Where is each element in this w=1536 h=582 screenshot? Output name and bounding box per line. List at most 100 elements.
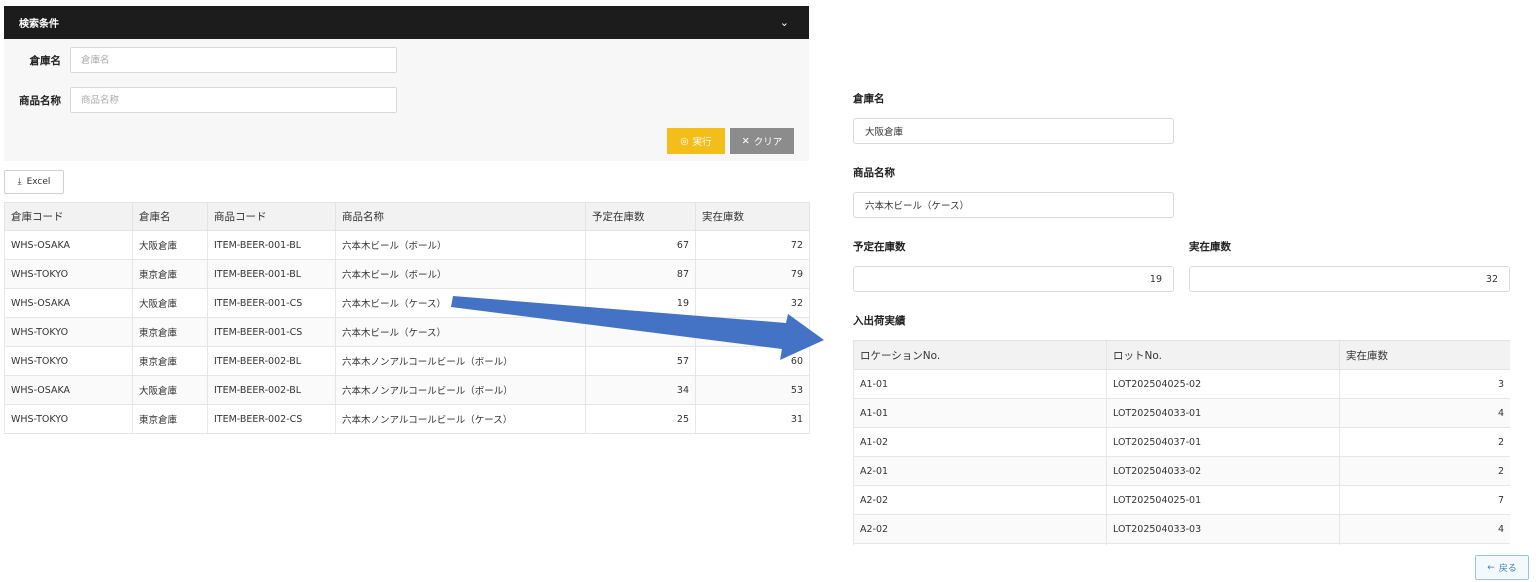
table-cell: LOT202504033-02 <box>1106 456 1340 486</box>
table-cell: LOT202504033-03 <box>1106 514 1340 544</box>
table-cell: ITEM-BEER-001-BL <box>207 230 336 260</box>
table-row[interactable]: A2-02 LOT202504033-03 4 <box>853 514 1510 544</box>
table-cell: 2 <box>1339 456 1510 486</box>
search-panel-header[interactable]: 検索条件 ⌄ <box>4 6 809 39</box>
table-cell: ITEM-BEER-002-CS <box>207 404 336 434</box>
table-cell: 六本木ビール（ボール） <box>335 230 586 260</box>
inventory-table-header: 倉庫コード 倉庫名 商品コード 商品名称 予定在庫数 実在庫数 <box>4 202 810 231</box>
table-cell: 31 <box>695 404 810 434</box>
table-cell: WHS-TOKYO <box>4 259 133 289</box>
table-cell: 大阪倉庫 <box>132 230 208 260</box>
table-cell: 東京倉庫 <box>132 317 208 347</box>
detail-planned-label: 予定在庫数 <box>853 241 906 253</box>
clear-button[interactable]: ✕ クリア <box>730 128 794 154</box>
table-cell: ITEM-BEER-002-BL <box>207 346 336 376</box>
table-cell: WHS-OSAKA <box>4 375 133 405</box>
warehouse-filter-input[interactable] <box>70 47 397 73</box>
table-row[interactable]: WHS-OSAKA 大阪倉庫 ITEM-BEER-001-BL 六本木ビール（ボール）… <box>4 230 810 260</box>
table-cell: A2-01 <box>853 456 1107 486</box>
play-circle-icon: ◎ <box>680 135 689 147</box>
table-cell: 大阪倉庫 <box>132 375 208 405</box>
table-cell: 25 <box>585 404 696 434</box>
table-cell: WHS-TOKYO <box>4 404 133 434</box>
table-cell: 2 <box>1339 427 1510 457</box>
table-cell: 67 <box>585 230 696 260</box>
table-row[interactable]: A2-02 LOT202504025-01 7 <box>853 485 1510 515</box>
arrow-shape <box>451 296 824 360</box>
table-cell: LOT202504037-02 <box>1106 543 1340 545</box>
table-cell: A2-02 <box>853 485 1107 515</box>
table-cell: WHS-TOKYO <box>4 317 133 347</box>
excel-export-label: Excel <box>26 177 51 187</box>
table-row[interactable]: A2-01 LOT202504033-02 2 <box>853 456 1510 486</box>
table-row[interactable]: WHS-TOKYO 東京倉庫 ITEM-BEER-002-CS 六本木ノンアルコールビ… <box>4 404 810 434</box>
table-cell: 87 <box>585 259 696 289</box>
column-header[interactable]: ロケーションNo. <box>853 340 1107 370</box>
product-filter-input[interactable] <box>70 87 397 113</box>
back-button-label: 戻る <box>1498 564 1517 574</box>
detail-planned-field[interactable]: 19 <box>853 266 1174 292</box>
detail-actual-field[interactable]: 32 <box>1189 266 1510 292</box>
table-cell: A1-02 <box>853 427 1107 457</box>
column-header[interactable]: 予定在庫数 <box>585 202 696 231</box>
column-header[interactable]: 実在庫数 <box>1339 340 1510 370</box>
detail-warehouse-field[interactable]: 大阪倉庫 <box>853 118 1174 144</box>
excel-export-button[interactable]: ⤓ Excel <box>4 170 64 194</box>
column-header[interactable]: 倉庫名 <box>132 202 208 231</box>
warehouse-filter-row: 倉庫名 <box>4 47 397 73</box>
table-cell: 六本木ノンアルコールビール（ボール） <box>335 375 586 405</box>
detail-product-field[interactable]: 六本木ビール（ケース） <box>853 192 1174 218</box>
chevron-down-icon[interactable]: ⌄ <box>780 16 789 29</box>
detail-product-label: 商品名称 <box>853 167 895 179</box>
table-cell: LOT202504033-01 <box>1106 398 1340 428</box>
history-table-scroll[interactable]: ロケーションNo. ロットNo. 実在庫数 A1-01 LOT202504025-… <box>853 340 1510 545</box>
table-cell: A2-02 <box>853 514 1107 544</box>
table-cell: WHS-TOKYO <box>4 346 133 376</box>
back-button[interactable]: ← 戻る <box>1475 555 1529 580</box>
table-cell: 53 <box>695 375 810 405</box>
run-button[interactable]: ◎ 実行 <box>667 128 725 154</box>
table-cell: ITEM-BEER-001-CS <box>207 288 336 318</box>
table-cell: A3-01 <box>853 543 1107 545</box>
column-header[interactable]: 実在庫数 <box>695 202 810 231</box>
table-cell: ITEM-BEER-001-BL <box>207 259 336 289</box>
product-filter-label: 商品名称 <box>19 94 61 107</box>
table-cell: LOT202504025-02 <box>1106 369 1340 399</box>
column-header[interactable]: ロットNo. <box>1106 340 1340 370</box>
table-cell: ITEM-BEER-001-CS <box>207 317 336 347</box>
history-table: ロケーションNo. ロットNo. 実在庫数 A1-01 LOT202504025-… <box>853 340 1510 545</box>
table-cell: 東京倉庫 <box>132 346 208 376</box>
history-section-title: 入出荷実績 <box>853 315 906 327</box>
product-filter-row: 商品名称 <box>4 87 397 113</box>
table-cell: A1-01 <box>853 398 1107 428</box>
table-cell: ITEM-BEER-002-BL <box>207 375 336 405</box>
column-header[interactable]: 商品名称 <box>335 202 586 231</box>
detail-warehouse-label: 倉庫名 <box>853 93 885 105</box>
table-row[interactable]: WHS-TOKYO 東京倉庫 ITEM-BEER-001-BL 六本木ビール（ボール）… <box>4 259 810 289</box>
table-cell: 大阪倉庫 <box>132 288 208 318</box>
table-cell: 10 <box>1339 543 1510 545</box>
table-cell: 4 <box>1339 398 1510 428</box>
table-cell: 72 <box>695 230 810 260</box>
table-cell: WHS-OSAKA <box>4 230 133 260</box>
table-row[interactable]: A3-01LOT202504037-0210 <box>853 543 1510 545</box>
arrow-left-icon: ← <box>1487 562 1495 573</box>
column-header[interactable]: 倉庫コード <box>4 202 133 231</box>
table-cell: 六本木ノンアルコールビール（ケース） <box>335 404 586 434</box>
table-cell: 4 <box>1339 514 1510 544</box>
table-row[interactable]: A1-02 LOT202504037-01 2 <box>853 427 1510 457</box>
search-panel: 倉庫名 商品名称 ◎ 実行 ✕ クリア <box>4 39 809 161</box>
history-table-header: ロケーションNo. ロットNo. 実在庫数 <box>853 340 1510 370</box>
run-button-label: 実行 <box>692 137 712 148</box>
table-cell: LOT202504025-01 <box>1106 485 1340 515</box>
download-icon: ⤓ <box>17 177 22 187</box>
table-cell: 3 <box>1339 369 1510 399</box>
search-panel-title: 検索条件 <box>19 19 59 30</box>
clear-button-label: クリア <box>753 137 783 148</box>
table-row[interactable]: A1-01 LOT202504033-01 4 <box>853 398 1510 428</box>
table-cell: 34 <box>585 375 696 405</box>
table-row[interactable]: WHS-OSAKA 大阪倉庫 ITEM-BEER-002-BL 六本木ノンアルコールビ… <box>4 375 810 405</box>
table-cell: 六本木ビール（ボール） <box>335 259 586 289</box>
column-header[interactable]: 商品コード <box>207 202 336 231</box>
table-row[interactable]: A1-01 LOT202504025-02 3 <box>853 369 1510 399</box>
